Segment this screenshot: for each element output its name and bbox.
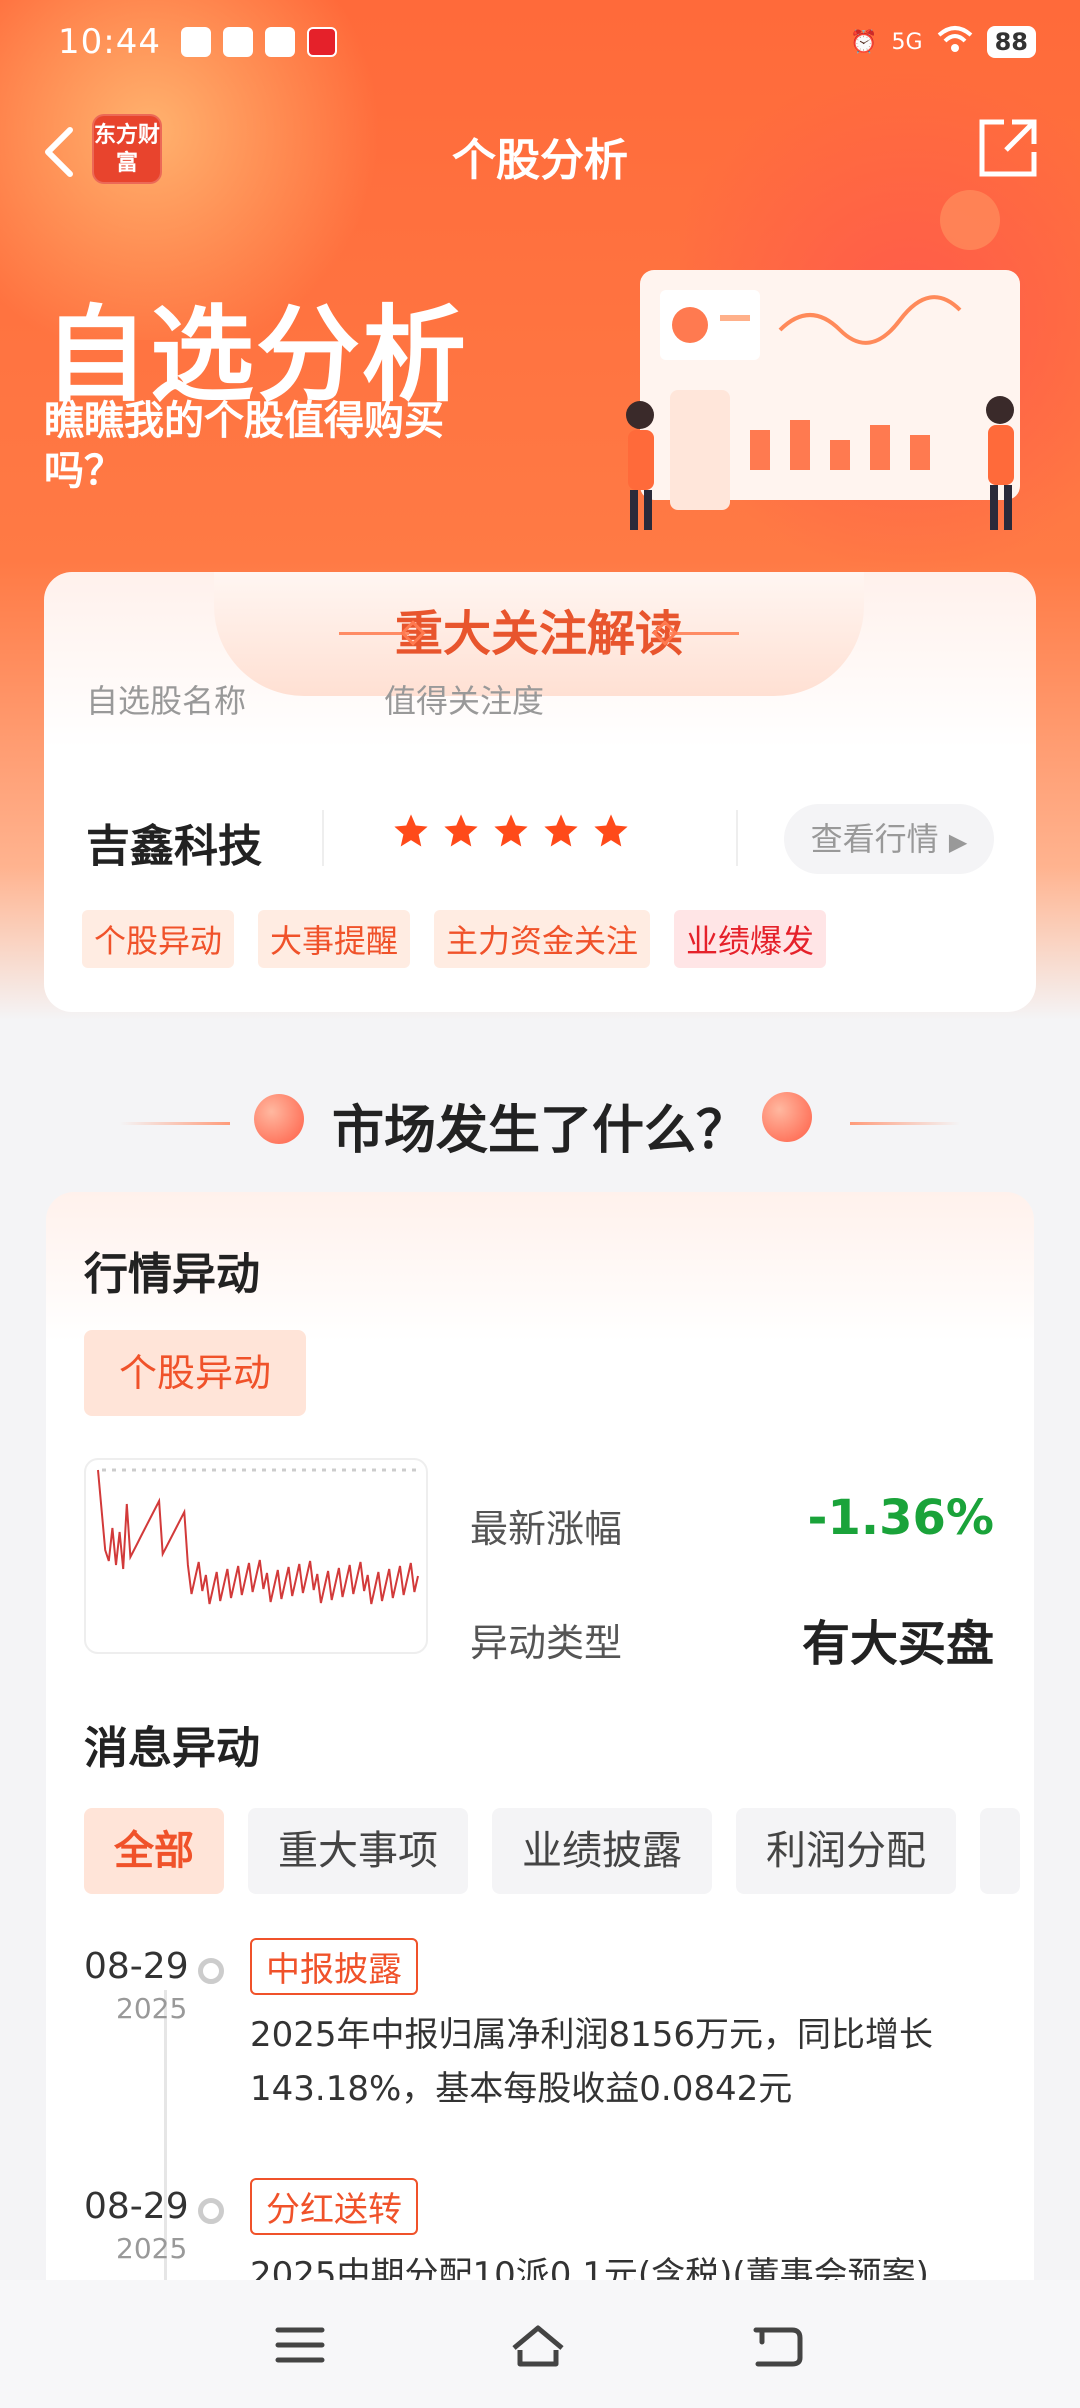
share-button[interactable] (976, 116, 1040, 180)
analysis-illustration-icon (626, 190, 1020, 530)
mail-icon (222, 27, 253, 57)
focus-card: 重大关注解读 自选股名称 值得关注度 吉鑫科技 查看行情 ▶ 个股异动 大事提醒… (44, 572, 1036, 1012)
status-bar: 10:44 ⏰ 5G 88 (58, 18, 1036, 66)
nav-bar: 东方财富 个股分析 (0, 110, 1080, 190)
timeline-tag: 分红送转 (250, 2178, 418, 2235)
stock-abnormal-pill[interactable]: 个股异动 (84, 1330, 306, 1416)
quote-abnormal-title: 行情异动 (84, 1249, 260, 1300)
star-icon (394, 814, 428, 847)
sparkline-chart-icon (97, 1468, 419, 1605)
view-quote-button[interactable]: 查看行情 ▶ (784, 804, 994, 874)
timeline-dot-icon (198, 2198, 224, 2224)
star-icon (494, 814, 528, 847)
page-title: 个股分析 (452, 135, 628, 186)
timeline-year: 2025 (116, 1992, 188, 2025)
alarm-icon: ⏰ (850, 29, 878, 55)
filter-major-events[interactable]: 重大事项 (248, 1808, 468, 1894)
change-type-label: 异动类型 (470, 1621, 623, 1665)
tag-funds[interactable]: 主力资金关注 (434, 910, 651, 968)
rating-stars (392, 812, 630, 850)
battery-level: 88 (986, 26, 1036, 58)
timeline-date: 08-29 (84, 2186, 189, 2227)
star-icon (444, 814, 478, 847)
decor-ball-icon (254, 1094, 304, 1144)
decor-ball-icon (762, 1092, 812, 1142)
timeline-tag: 中报披露 (250, 1938, 418, 1995)
intraday-sparkline[interactable] (84, 1458, 428, 1654)
timeline-text: 2025年中报归属净利润8156万元，同比增长143.18%，基本每股收益0.0… (250, 2015, 934, 2109)
wechat-icon (180, 27, 211, 57)
tag-earnings[interactable]: 业绩爆发 (674, 910, 827, 968)
latest-change-value: -1.36% (807, 1490, 994, 1546)
market-section-header: 市场发生了什么？ (0, 1088, 1080, 1161)
rating-label: 值得关注度 (384, 682, 545, 720)
app-icon (264, 27, 295, 57)
news-filter-tabs: 全部 重大事项 业绩披露 利润分配 (84, 1808, 1020, 1894)
caret-right-icon: ▶ (948, 828, 968, 856)
wifi-icon (937, 25, 973, 59)
hero-subtitle: 瞧瞧我的个股值得购买吗？ (44, 398, 444, 494)
filter-dividends[interactable]: 利润分配 (736, 1808, 956, 1894)
filter-earnings[interactable]: 业绩披露 (492, 1808, 712, 1894)
tag-abnormal[interactable]: 个股异动 (82, 910, 235, 968)
change-type-value: 有大买盘 (801, 1616, 994, 1672)
system-nav-bar (0, 2280, 1080, 2408)
filter-all[interactable]: 全部 (84, 1808, 224, 1894)
news-abnormal-title: 消息异动 (84, 1723, 260, 1774)
star-icon (594, 814, 628, 847)
share-icon (979, 119, 1037, 177)
timeline-dot-icon (198, 1958, 224, 1984)
timeline-year: 2025 (116, 2232, 188, 2265)
filter-more[interactable] (980, 1808, 1020, 1894)
focus-tags: 个股异动 大事提醒 主力资金关注 业绩爆发 (82, 910, 827, 968)
status-time: 10:44 (58, 22, 161, 62)
latest-change-label: 最新涨幅 (470, 1507, 623, 1551)
back-nav-icon[interactable] (748, 2320, 808, 2370)
timeline-date: 08-29 (84, 1946, 189, 1987)
star-icon (544, 814, 578, 847)
view-quote-label: 查看行情 (810, 820, 939, 858)
menu-icon[interactable] (270, 2320, 330, 2370)
home-icon[interactable] (508, 2320, 568, 2370)
network-label: 5G (891, 29, 923, 55)
market-card: 行情异动 个股异动 最新涨幅 -1.36% 异动类型 有大买盘 消息异动 全部 … (46, 1192, 1034, 2312)
market-section-title: 市场发生了什么？ (331, 1101, 748, 1161)
app-red-icon (306, 27, 337, 57)
tag-events[interactable]: 大事提醒 (258, 910, 411, 968)
stock-name: 吉鑫科技 (86, 821, 262, 872)
stock-name-label: 自选股名称 (86, 682, 247, 720)
